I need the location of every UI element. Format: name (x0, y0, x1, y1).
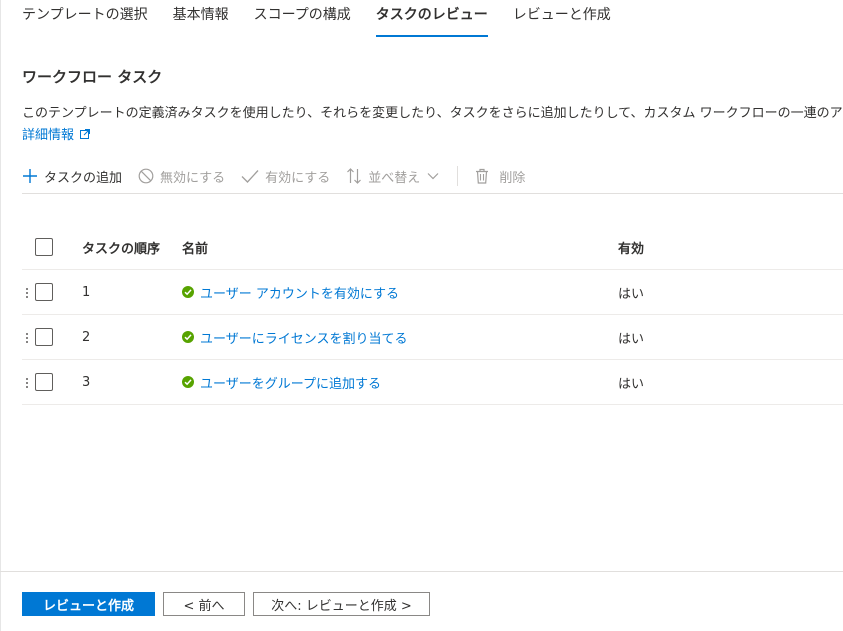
tab-basics[interactable]: 基本情報 (173, 0, 229, 34)
task-order: 2 (82, 329, 91, 345)
chevron-down-icon (427, 173, 439, 180)
table-row[interactable]: 1 ユーザー アカウントを有効にする はい (22, 270, 843, 315)
tab-review-tasks[interactable]: タスクのレビュー (375, 0, 488, 37)
drag-handle[interactable] (25, 376, 29, 390)
column-header-order[interactable]: タスクの順序 (82, 225, 160, 269)
reorder-label: 並べ替え (368, 170, 421, 186)
disable-button[interactable]: 無効にする (138, 167, 225, 186)
add-task-label: タスクの追加 (44, 170, 123, 186)
table-row[interactable]: 3 ユーザーをグループに追加する はい (22, 360, 843, 405)
row-checkbox[interactable] (35, 328, 53, 346)
delete-label: 削除 (499, 170, 526, 186)
tab-review-create[interactable]: レビューと作成 (513, 0, 611, 34)
wizard-tabs: テンプレートの選択 基本情報 スコープの構成 タスクのレビュー レビューと作成 (22, 0, 636, 37)
tab-select-template[interactable]: テンプレートの選択 (22, 0, 148, 34)
enable-button[interactable]: 有効にする (241, 167, 330, 186)
next-button[interactable]: 次へ: レビューと作成 > (253, 592, 430, 616)
task-name-cell: ユーザー アカウントを有効にする (182, 270, 399, 314)
add-task-button[interactable]: タスクの追加 (22, 167, 122, 186)
check-circle-icon (182, 376, 194, 388)
disable-label: 無効にする (160, 170, 226, 186)
plus-icon (23, 169, 37, 183)
checkmark-icon (241, 170, 259, 183)
select-all-cell (35, 225, 53, 269)
task-name-label: ユーザーにライセンスを割り当てる (200, 331, 408, 347)
task-name-link[interactable]: ユーザーをグループに追加する (182, 373, 381, 392)
learn-more-link[interactable]: 詳細情報 (22, 124, 91, 143)
toolbar-divider (22, 193, 843, 194)
block-icon (138, 168, 154, 184)
task-name-cell: ユーザーにライセンスを割り当てる (182, 315, 407, 359)
task-name-link[interactable]: ユーザーにライセンスを割り当てる (182, 328, 407, 347)
previous-button[interactable]: < 前へ (163, 592, 245, 616)
drag-handle[interactable] (25, 286, 29, 300)
column-header-enabled[interactable]: 有効 (618, 225, 644, 269)
row-checkbox-cell (35, 360, 53, 404)
task-name-link[interactable]: ユーザー アカウントを有効にする (182, 283, 399, 302)
panel-left-border (0, 0, 1, 631)
trash-icon (476, 168, 489, 184)
task-name-cell: ユーザーをグループに追加する (182, 360, 381, 404)
column-header-name[interactable]: 名前 (182, 225, 208, 269)
task-order: 1 (82, 284, 91, 300)
row-checkbox-cell (35, 270, 53, 314)
table-row[interactable]: 2 ユーザーにライセンスを割り当てる はい (22, 315, 843, 360)
delete-button[interactable]: 削除 (474, 167, 525, 186)
toolbar-separator (457, 166, 459, 186)
task-enabled: はい (618, 331, 645, 347)
enable-label: 有効にする (265, 170, 331, 186)
row-checkbox-cell (35, 315, 53, 359)
task-enabled: はい (618, 376, 645, 392)
sort-arrows-icon (347, 168, 362, 184)
task-name-label: ユーザー アカウントを有効にする (200, 286, 400, 302)
footer-divider (0, 571, 843, 572)
task-name-label: ユーザーをグループに追加する (200, 376, 381, 392)
task-table: タスクの順序 名前 有効 1 ユーザー アカウントを有効にする はい 2 ユーザ… (22, 225, 843, 405)
reorder-button[interactable]: 並べ替え (346, 167, 439, 186)
open-in-new-icon (80, 128, 91, 139)
check-circle-icon (182, 286, 194, 298)
section-description: このテンプレートの定義済みタスクを使用したり、それらを変更したり、タスクをさらに… (22, 106, 843, 121)
row-checkbox[interactable] (35, 283, 53, 301)
learn-more-label: 詳細情報 (22, 128, 75, 143)
row-checkbox[interactable] (35, 373, 53, 391)
check-circle-icon (182, 331, 194, 343)
select-all-checkbox[interactable] (35, 238, 53, 256)
task-toolbar: タスクの追加 無効にする 有効にする 並べ替え 削除 (22, 162, 541, 190)
drag-handle[interactable] (25, 331, 29, 345)
table-header: タスクの順序 名前 有効 (22, 225, 843, 270)
review-create-button[interactable]: レビューと作成 (22, 592, 155, 616)
tab-configure-scope[interactable]: スコープの構成 (254, 0, 351, 34)
task-enabled: はい (618, 286, 645, 302)
task-order: 3 (82, 374, 91, 390)
section-title: ワークフロー タスク (22, 68, 163, 86)
